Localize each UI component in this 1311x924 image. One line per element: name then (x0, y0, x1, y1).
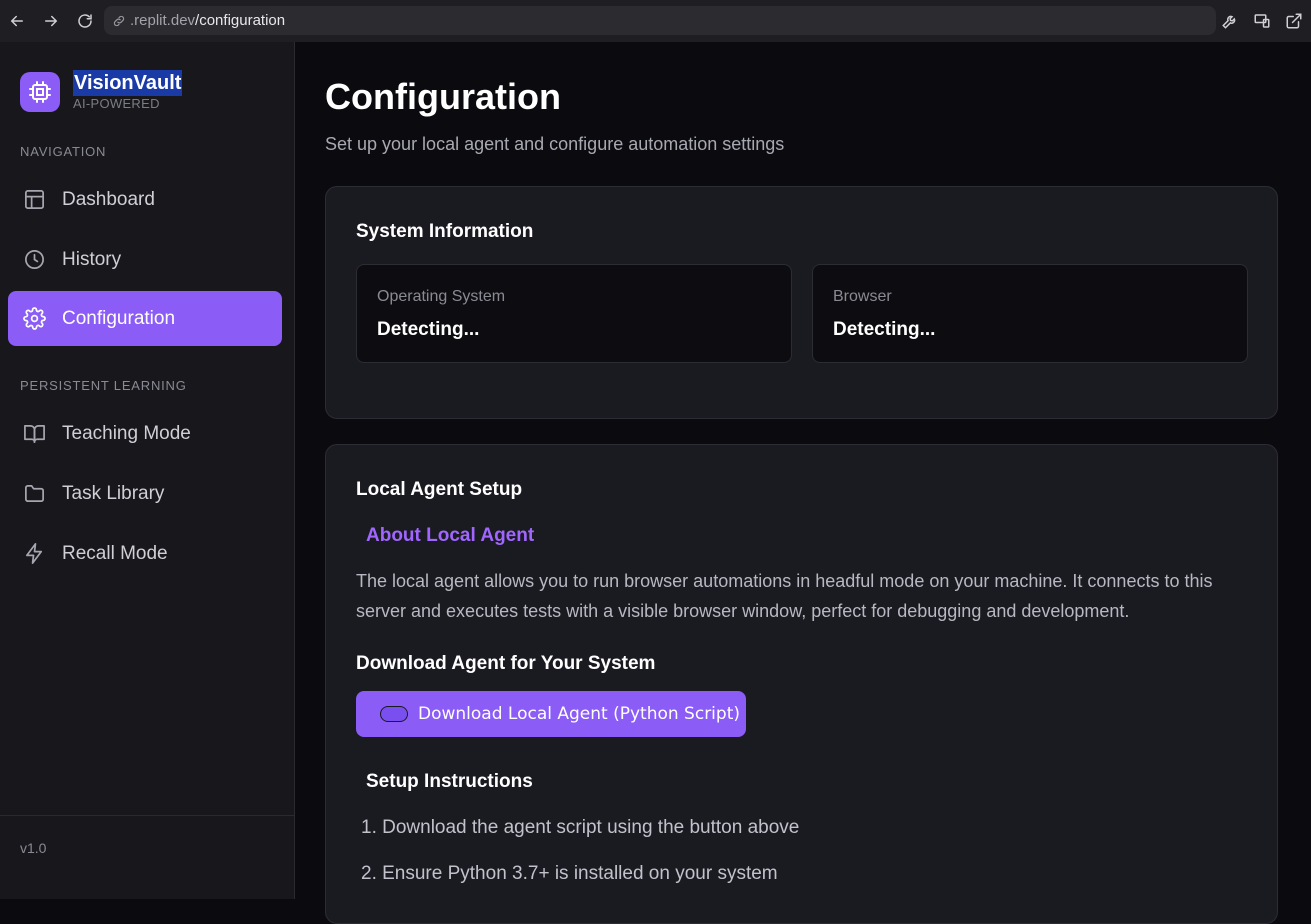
local-agent-setup-card: Local Agent Setup About Local Agent The … (325, 444, 1278, 924)
reload-icon (78, 14, 92, 28)
operating-system-value: Detecting... (377, 319, 480, 340)
system-information-card: System Information Operating System Dete… (325, 186, 1278, 419)
brand-logo (20, 72, 60, 112)
main-content: Configuration Set up your local agent an… (295, 42, 1311, 924)
sidebar-item-label: Task Library (62, 482, 165, 504)
arrow-right-icon (45, 15, 58, 27)
download-button-label: Download Local Agent (Python Script) (418, 704, 740, 724)
devices-button[interactable] (1249, 8, 1275, 34)
wrench-icon (1222, 15, 1236, 29)
sidebar-footer: v1.0 (0, 815, 294, 899)
sidebar-item-configuration[interactable]: Configuration (8, 291, 282, 346)
url-host: .replit.dev (130, 12, 196, 29)
download-agent-heading: Download Agent for Your System (356, 653, 656, 674)
sidebar-item-recall-mode[interactable]: Recall Mode (8, 526, 282, 581)
sidebar-item-label: History (62, 248, 122, 270)
setup-step: 2. Ensure Python 3.7+ is installed on yo… (361, 863, 778, 884)
clock-icon (25, 250, 44, 269)
sidebar-item-label: Configuration (62, 307, 176, 329)
sidebar-item-history[interactable]: History (8, 232, 282, 287)
browser-toolbar: .replit.dev/configuration (0, 0, 1311, 42)
navigation-section-label: NAVIGATION (20, 144, 107, 159)
brand-name: VisionVault (73, 70, 183, 96)
folder-icon (25, 484, 44, 503)
address-bar[interactable]: .replit.dev/configuration (104, 6, 1216, 35)
link-icon (113, 15, 125, 26)
back-button[interactable] (0, 4, 34, 38)
bolt-icon (25, 543, 43, 564)
download-icon (380, 706, 408, 722)
brand[interactable]: VisionVault AI-POWERED (20, 70, 183, 112)
brand-tagline: AI-POWERED (73, 96, 160, 111)
reload-button[interactable] (68, 4, 102, 38)
browser-value: Detecting... (833, 319, 936, 340)
url-path: /configuration (195, 12, 286, 29)
persistent-learning-section-label: PERSISTENT LEARNING (20, 378, 187, 393)
about-local-agent-text: The local agent allows you to run browse… (356, 571, 1213, 621)
setup-step: 1. Download the agent script using the b… (361, 817, 800, 838)
layout-icon (25, 190, 44, 209)
sidebar-item-dashboard[interactable]: Dashboard (8, 172, 282, 227)
download-local-agent-button[interactable]: Download Local Agent (Python Script) (356, 691, 746, 737)
browser-label: Browser (833, 288, 892, 305)
sidebar-item-label: Dashboard (62, 188, 155, 210)
page-title: Configuration (325, 76, 561, 117)
open-new-tab-button[interactable] (1281, 8, 1307, 34)
operating-system-box: Operating System Detecting... (356, 264, 792, 363)
sidebar-item-teaching-mode[interactable]: Teaching Mode (8, 406, 282, 461)
operating-system-label: Operating System (377, 288, 506, 305)
setup-instructions-heading: Setup Instructions (366, 771, 533, 792)
cpu-icon (29, 81, 51, 103)
sidebar-item-label: Teaching Mode (62, 422, 191, 444)
external-link-icon (1286, 13, 1302, 29)
sidebar: VisionVault AI-POWERED NAVIGATION Dashbo… (0, 42, 295, 899)
system-information-title: System Information (356, 221, 534, 242)
devices-icon (1254, 14, 1270, 28)
version-label: v1.0 (20, 840, 47, 856)
forward-button[interactable] (34, 4, 68, 38)
sidebar-item-task-library[interactable]: Task Library (8, 466, 282, 521)
devtools-button[interactable] (1217, 8, 1243, 34)
page-subtitle: Set up your local agent and configure au… (325, 134, 785, 154)
local-agent-setup-title: Local Agent Setup (356, 479, 523, 500)
book-icon (24, 424, 45, 443)
about-local-agent-heading: About Local Agent (366, 525, 535, 546)
browser-tools (1217, 0, 1311, 42)
arrow-left-icon (10, 15, 23, 27)
browser-box: Browser Detecting... (812, 264, 1248, 363)
sidebar-item-label: Recall Mode (62, 542, 168, 564)
gear-icon (23, 307, 46, 330)
